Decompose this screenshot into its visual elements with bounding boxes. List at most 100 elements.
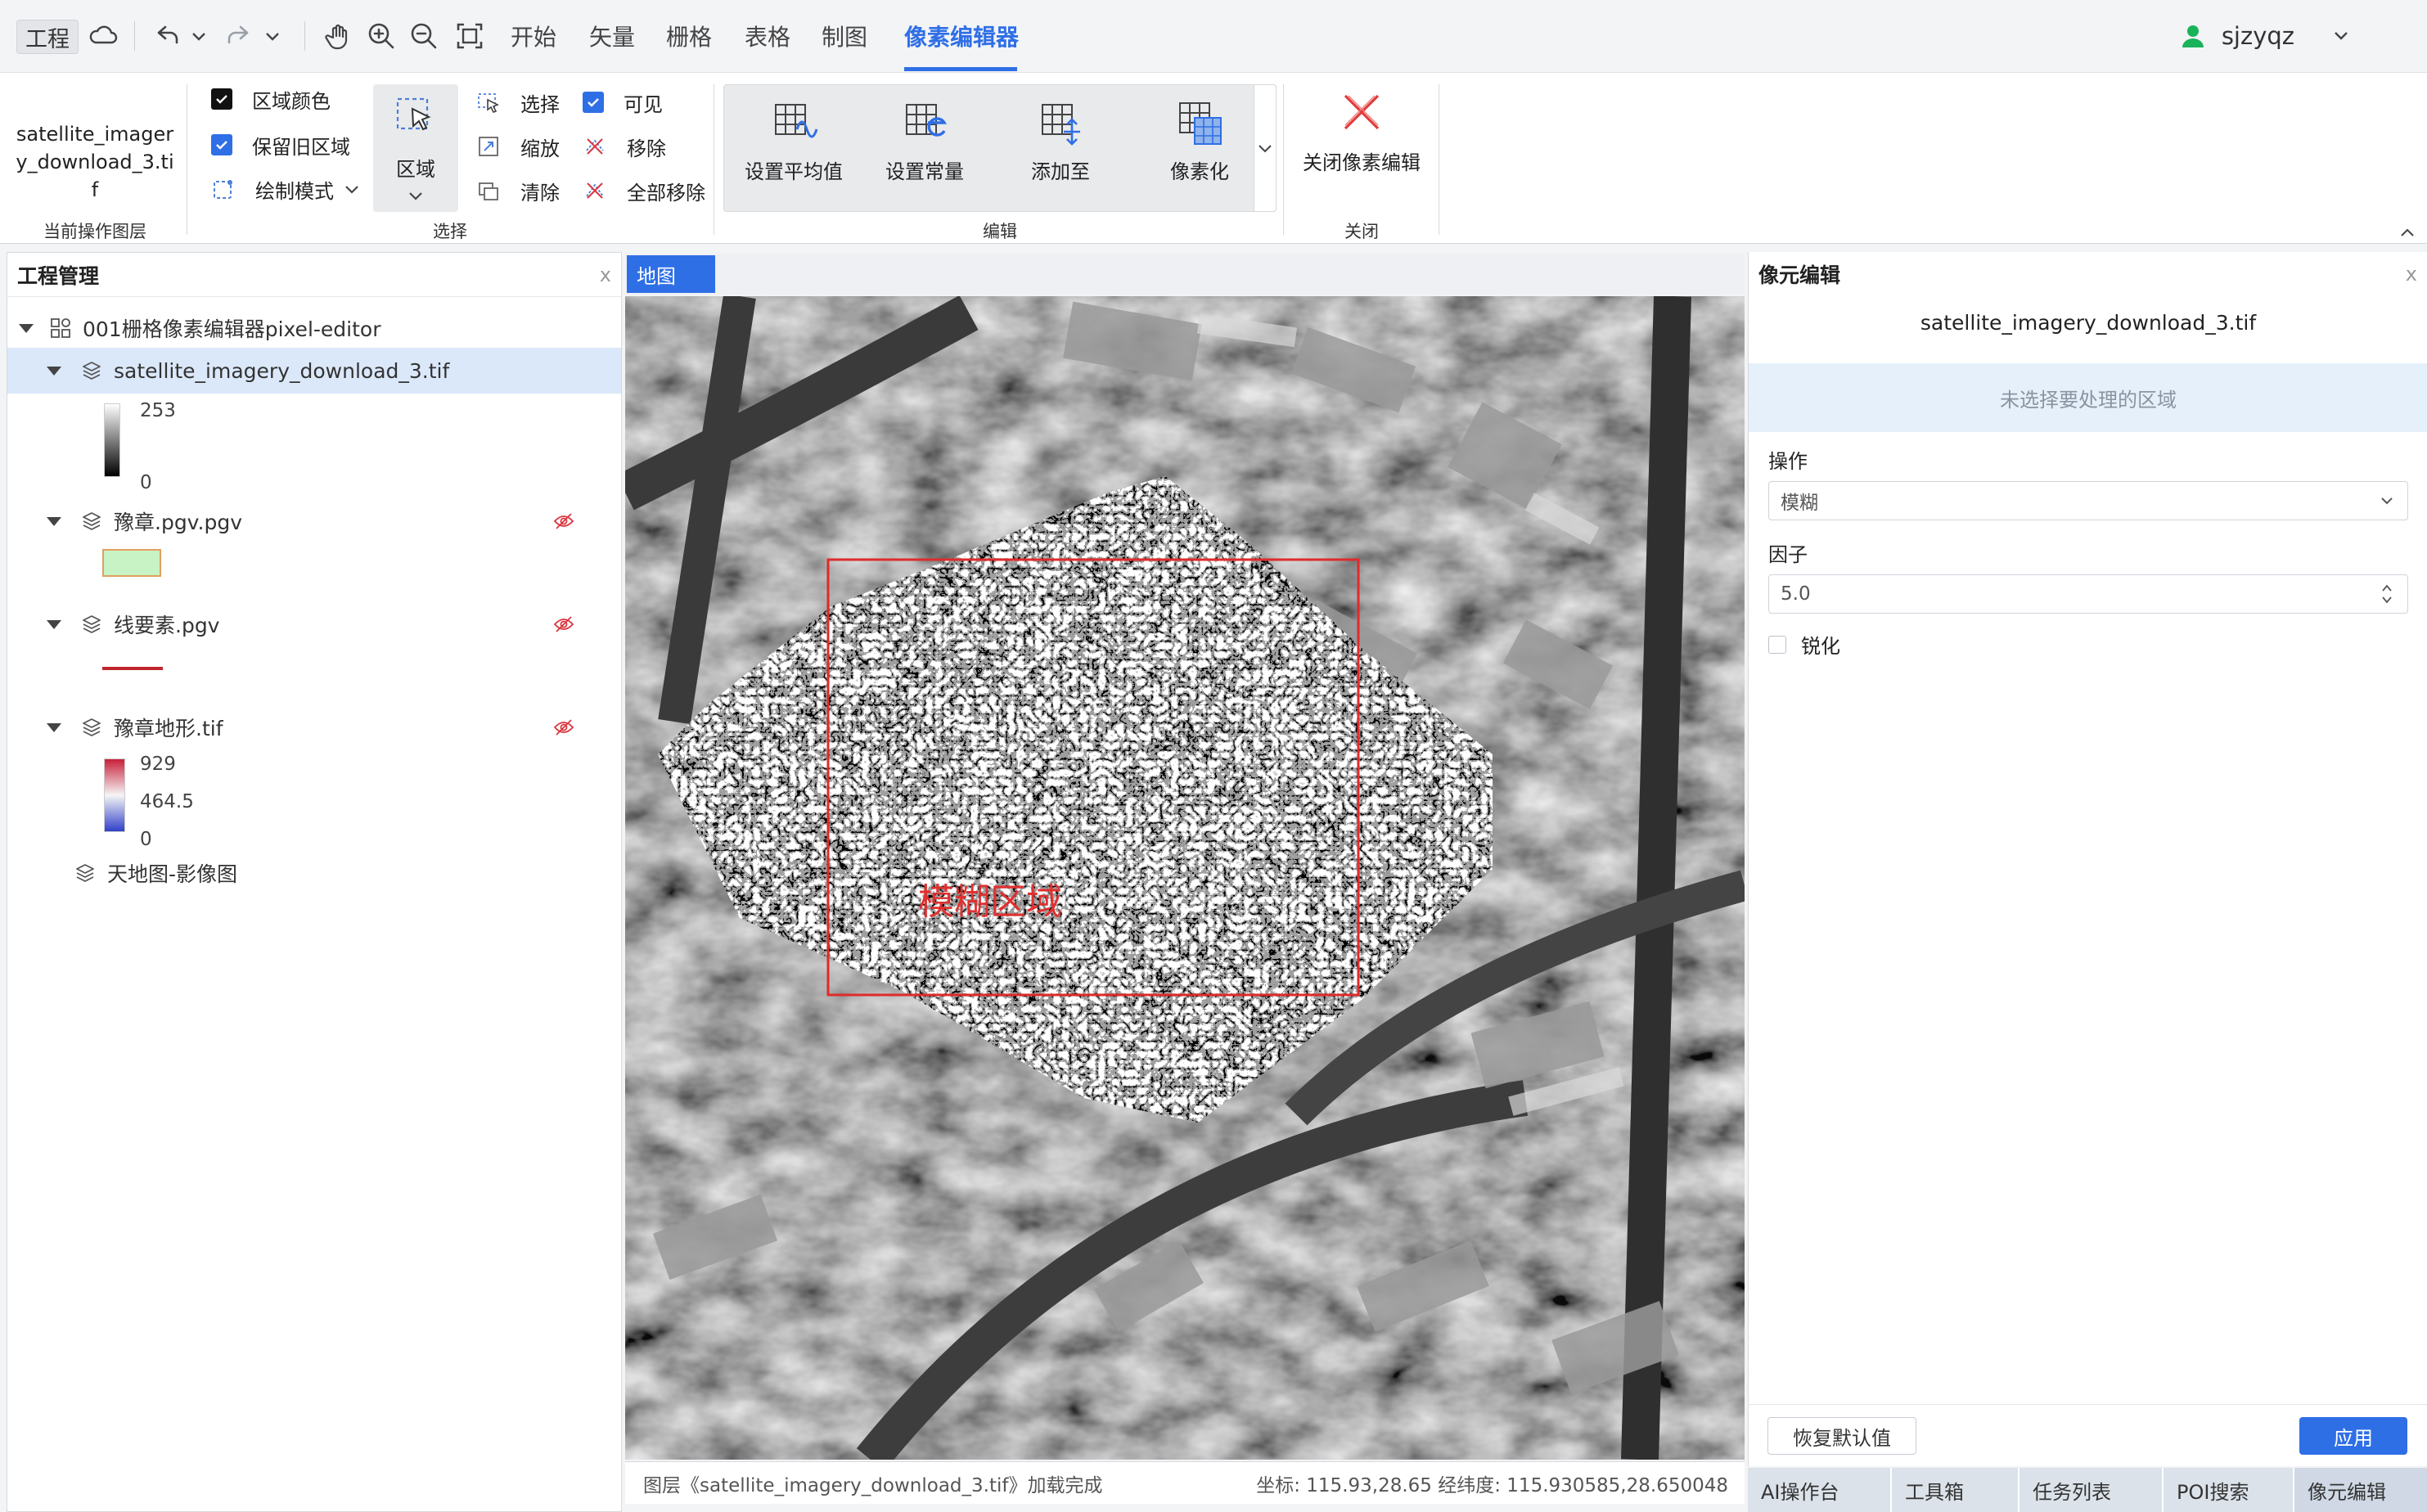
edited-file-name: satellite_imagery_download_3.tif [1920,311,2257,335]
visibility-off-icon[interactable] [552,716,575,739]
tree-root[interactable]: 001栅格像素编辑器pixel-editor [7,305,621,351]
keep-old-region-checkbox[interactable]: 保留旧区域 [211,132,350,159]
tab-poi-search[interactable]: POI搜索 [2162,1468,2293,1512]
checkbox-unchecked-icon [1768,635,1786,654]
full-extent-icon[interactable] [452,18,488,54]
region-select-button[interactable]: 区域 [373,84,458,212]
remove-icon [586,138,604,155]
panel-footer-divider [1748,1404,2427,1405]
zoom-selection-icon [479,137,498,156]
region-color-toggle[interactable]: 区域颜色 [211,86,331,113]
stepper-arrows-icon[interactable] [2378,580,2396,608]
visibility-off-icon[interactable] [552,510,575,533]
zoom-to-selection-tool[interactable]: 缩放 [476,133,560,160]
menu-tab-pixel-editor[interactable]: 像素编辑器 [904,15,1019,57]
select-tool[interactable]: 选择 [476,89,560,116]
remove-all-tool[interactable]: 全部移除 [583,178,705,205]
draw-mode-dropdown[interactable]: 绘制模式 [211,176,362,203]
layer-name: 天地图-影像图 [107,862,238,886]
add-to-label: 添加至 [1031,160,1090,183]
bottom-panel-tabs: AI操作台 工具箱 任务列表 POI搜索 像元编辑 [1748,1468,2427,1512]
legend-min-label: 0 [140,472,152,493]
menu-tab-raster[interactable]: 栅格 [666,15,712,57]
menu-tab-vector[interactable]: 矢量 [589,15,635,57]
user-menu-chevron-icon [2335,32,2348,40]
factor-value: 5.0 [1781,583,1811,605]
project-panel-header: 工程管理 x [7,253,621,297]
collapse-ribbon-icon[interactable] [2398,225,2417,240]
tab-toolbox[interactable]: 工具箱 [1890,1468,2018,1512]
tab-ai-console[interactable]: AI操作台 [1748,1468,1890,1512]
close-icon[interactable]: x [600,263,611,286]
apply-button[interactable]: 应用 [2299,1417,2407,1455]
add-to-button[interactable]: 添加至 [999,100,1122,198]
pan-hand-icon[interactable] [321,18,357,54]
undo-dropdown-chevron-icon[interactable] [187,18,211,54]
project-panel-title: 工程管理 [17,263,100,288]
group-label-edit: 编辑 [983,222,1017,241]
chevron-down-icon [409,192,422,200]
set-constant-button[interactable]: 设置常量 [863,100,986,198]
zoom-in-icon[interactable] [363,18,399,54]
tab-map[interactable]: 地图 [627,255,715,293]
remove-all-icon [586,182,604,199]
factor-input[interactable]: 5.0 [1768,574,2408,614]
undo-icon[interactable] [149,18,185,54]
project-menu-button[interactable]: 工程 [16,20,79,54]
grid-pixelate-icon [1179,102,1222,145]
legend-min-label: 0 [140,829,152,850]
pixel-panel-title: 像元编辑 [1758,263,1841,287]
reset-default-button[interactable]: 恢复默认值 [1767,1417,1916,1455]
toolbar-divider [134,21,135,51]
menu-tab-table[interactable]: 表格 [745,15,790,57]
chevron-down-icon [1259,145,1272,153]
tree-layer-satellite[interactable]: satellite_imagery_download_3.tif [7,348,621,394]
app-window: 工程 开始 矢量 栅格 表格 制图 像素编辑器 sjzyqz satellite… [0,0,2427,1512]
set-constant-label: 设置常量 [885,160,964,183]
tree-layer-yuzhang-terrain[interactable]: 豫章地形.tif [7,704,621,750]
status-message: 图层《satellite_imagery_download_3.tif》加载完成 [643,1474,1103,1496]
edit-group-expand-button[interactable] [1254,84,1277,212]
tree-layer-tianditu[interactable]: 天地图-影像图 [7,850,621,896]
pixelate-button[interactable]: 像素化 [1138,100,1261,198]
set-average-button[interactable]: 设置平均值 [732,100,855,198]
grayscale-legend-bar [104,403,120,477]
close-icon[interactable]: x [2406,263,2417,286]
layers-icon [83,615,101,633]
zoom-out-icon[interactable] [406,18,442,54]
clear-selection-tool[interactable]: 清除 [476,178,560,205]
region-color-label: 区域颜色 [252,89,331,113]
tab-pixel-edit[interactable]: 像元编辑 [2293,1468,2427,1512]
project-icon [51,318,70,338]
factor-label: 因子 [1768,543,1808,566]
caret-down-icon [19,323,34,333]
cloud-icon[interactable] [85,18,121,54]
redo-icon[interactable] [221,18,257,54]
operation-select[interactable]: 模糊 [1768,481,2408,520]
pixel-panel-header: 像元编辑 x [1749,252,2427,296]
tab-task-list[interactable]: 任务列表 [2018,1468,2162,1512]
caret-down-icon [47,619,61,629]
caret-down-icon [47,366,61,376]
user-menu[interactable]: sjzyqz [2179,15,2353,57]
menu-tab-start[interactable]: 开始 [511,15,556,57]
remove-all-label: 全部移除 [627,181,705,205]
tree-layer-yuzhang-pgv[interactable]: 豫章.pgv.pgv [7,498,621,544]
satellite-imagery [625,296,1745,1460]
map-canvas[interactable]: 模糊区域 [625,296,1745,1460]
tree-layer-line-features[interactable]: 线要素.pgv [7,601,621,647]
redo-dropdown-chevron-icon[interactable] [260,18,285,54]
select-cursor-icon [478,93,499,113]
current-layer-name: satellite_imagery_download_3.tif [16,123,174,201]
caret-down-icon [47,516,61,526]
sharpen-checkbox[interactable]: 锐化 [1768,630,1840,659]
menu-tab-mapping[interactable]: 制图 [822,15,867,57]
chevron-down-icon [2381,497,2393,505]
root-label: 001栅格像素编辑器pixel-editor [83,317,381,341]
grid-add-icon [1042,104,1080,146]
close-pixel-edit-button[interactable]: 关闭像素编辑 [1296,89,1427,196]
visible-checkbox[interactable]: 可见 [583,89,663,116]
remove-selection-tool[interactable]: 移除 [583,133,666,160]
clear-icon [479,182,498,200]
visibility-off-icon[interactable] [552,613,575,636]
